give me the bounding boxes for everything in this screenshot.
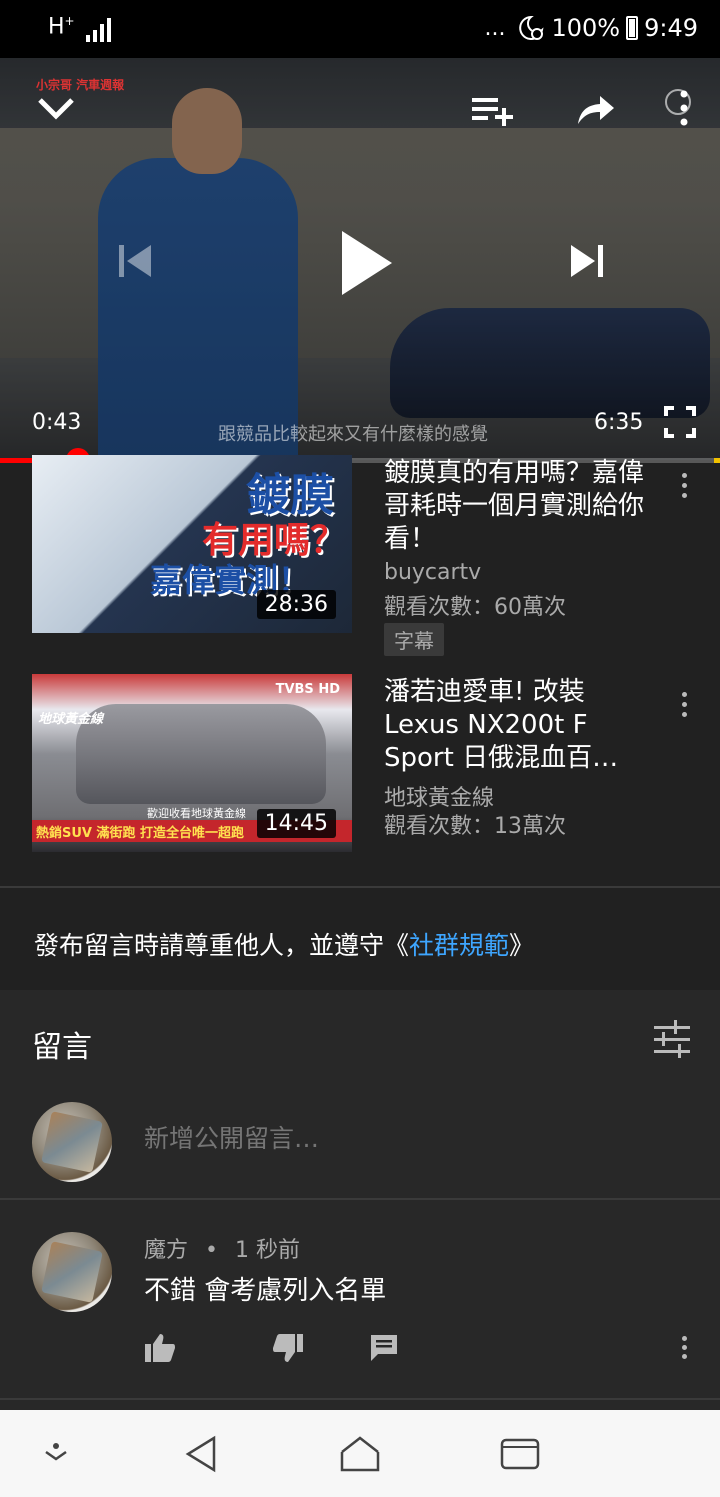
thumb-up-icon bbox=[145, 1334, 175, 1362]
comment-more-button[interactable] bbox=[672, 1336, 696, 1366]
subtitles-badge: 字幕 bbox=[384, 623, 444, 656]
thumb-down-icon bbox=[273, 1334, 303, 1362]
play-button[interactable] bbox=[330, 220, 402, 306]
recents-icon bbox=[500, 1438, 540, 1470]
video-title[interactable]: 鍍膜真的有用嗎？嘉偉哥耗時一個月實測給你看！ bbox=[384, 457, 656, 556]
divider bbox=[0, 1398, 720, 1400]
signal-icon bbox=[86, 16, 114, 42]
previous-button[interactable] bbox=[110, 236, 160, 286]
add-comment-input[interactable] bbox=[144, 1124, 664, 1153]
chevron-down-dot-icon bbox=[45, 1443, 67, 1461]
meta-separator: • bbox=[205, 1238, 218, 1263]
video-views: 觀看次數：60萬次 bbox=[384, 595, 566, 620]
alarm-moon-icon bbox=[519, 15, 544, 40]
skip-previous-icon bbox=[119, 245, 151, 277]
comment-avatar[interactable] bbox=[32, 1232, 112, 1312]
video-title[interactable]: 潘若迪愛車! 改裝Lexus NX200t F Sport 日俄混血百… bbox=[384, 676, 656, 775]
video-thumbnail[interactable]: 地球黃金線 TVBS HD 歡迎收看地球黃金線 熱銷SUV 滿街跑 打造全台唯一… bbox=[32, 674, 352, 852]
avatar[interactable] bbox=[32, 1102, 112, 1182]
sort-filter-icon bbox=[654, 1020, 690, 1058]
clock: 9:49 bbox=[644, 14, 698, 42]
video-channel: buycartv bbox=[384, 560, 482, 585]
comment-author[interactable]: 魔方 bbox=[144, 1238, 188, 1263]
status-bar: H+ ... 100% 9:49 bbox=[0, 0, 720, 58]
more-options-button[interactable] bbox=[664, 88, 700, 132]
playlist-add-icon bbox=[472, 98, 513, 126]
video-more-button[interactable] bbox=[672, 692, 696, 728]
video-more-button[interactable] bbox=[672, 473, 696, 509]
video-duration: 14:45 bbox=[256, 809, 336, 838]
thumbnail-text: 地球黃金線 bbox=[38, 712, 104, 727]
comment-time: 1 秒前 bbox=[235, 1238, 300, 1263]
thumbnail-car bbox=[76, 704, 326, 804]
share-button[interactable] bbox=[572, 90, 620, 130]
total-duration: 6:35 bbox=[594, 410, 644, 435]
share-arrow-icon bbox=[578, 96, 614, 124]
comments-section: 留言 魔方 • 1 秒前 不錯 會考慮列入名單 bbox=[0, 990, 720, 1410]
related-video[interactable]: 鍍膜 有用嗎？ 嘉偉實測！ 28:36 鍍膜真的有用嗎？嘉偉哥耗時一個月實測給你… bbox=[0, 455, 720, 656]
comment-text: 不錯 會考慮列入名單 bbox=[144, 1276, 387, 1306]
skip-next-icon bbox=[571, 245, 603, 277]
recents-button[interactable] bbox=[498, 1432, 542, 1476]
video-thumbnail[interactable]: 鍍膜 有用嗎？ 嘉偉實測！ 28:36 bbox=[32, 455, 352, 633]
notice-text-end: 》 bbox=[509, 931, 535, 960]
reply-button[interactable] bbox=[368, 1332, 402, 1366]
notice-text: 發布留言時請尊重他人，並遵守《 bbox=[34, 931, 410, 960]
more-vert-icon bbox=[665, 89, 691, 126]
hide-nav-button[interactable] bbox=[34, 1432, 78, 1476]
current-time: 0:43 bbox=[32, 410, 82, 435]
battery-percent: 100% bbox=[551, 14, 621, 42]
comments-title: 留言 bbox=[32, 1030, 92, 1065]
video-player[interactable]: 小宗哥 汽車週報 0:43 跟競品比較起來又有什麼樣的感覺 6:35 bbox=[0, 58, 720, 460]
fullscreen-button[interactable] bbox=[660, 402, 700, 442]
community-guidelines-link[interactable]: 社群規範 bbox=[409, 931, 509, 960]
community-notice: 發布留言時請尊重他人，並遵守《社群規範》 bbox=[0, 888, 720, 990]
back-triangle-icon bbox=[185, 1435, 216, 1473]
thumbnail-text: 歡迎收看地球黃金線 bbox=[147, 807, 246, 820]
notification-dots: ... bbox=[484, 15, 506, 41]
video-duration: 28:36 bbox=[256, 590, 336, 619]
system-nav-bar bbox=[0, 1410, 720, 1497]
play-icon bbox=[342, 231, 392, 295]
divider bbox=[0, 1198, 720, 1200]
battery-icon bbox=[626, 16, 639, 40]
sort-comments-button[interactable] bbox=[652, 1020, 692, 1058]
back-button[interactable] bbox=[180, 1432, 224, 1476]
video-views: 觀看次數：13萬次 bbox=[384, 814, 566, 839]
dislike-button[interactable] bbox=[272, 1332, 306, 1366]
home-icon bbox=[340, 1436, 380, 1472]
video-caption: 跟競品比較起來又有什麼樣的感覺 bbox=[218, 424, 488, 445]
like-button[interactable] bbox=[144, 1332, 178, 1366]
next-button[interactable] bbox=[562, 236, 612, 286]
reply-comment-icon bbox=[371, 1335, 397, 1361]
fullscreen-icon bbox=[664, 406, 696, 438]
thumbnail-text: TVBS HD bbox=[275, 682, 340, 697]
chevron-down-icon bbox=[38, 98, 74, 120]
minimize-button[interactable] bbox=[30, 88, 82, 128]
home-button[interactable] bbox=[338, 1432, 382, 1476]
related-video[interactable]: 地球黃金線 TVBS HD 歡迎收看地球黃金線 熱銷SUV 滿街跑 打造全台唯一… bbox=[0, 674, 720, 864]
network-type: H+ bbox=[48, 14, 75, 40]
add-to-queue-button[interactable] bbox=[468, 90, 516, 130]
thumbnail-text: 熱銷SUV 滿街跑 打造全台唯一超跑 bbox=[36, 826, 245, 841]
